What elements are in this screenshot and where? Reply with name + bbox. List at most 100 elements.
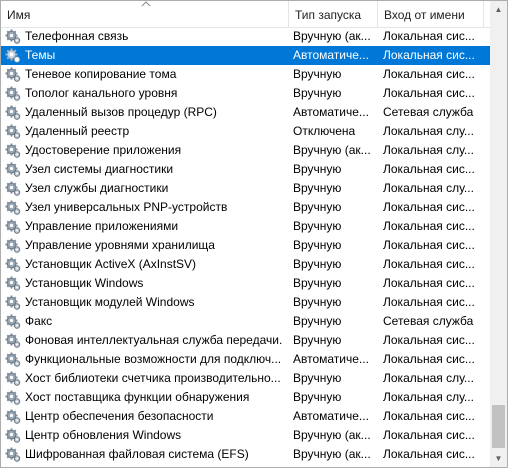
column-separator[interactable] bbox=[483, 1, 484, 27]
service-row[interactable]: Тополог канального уровня Вручную Локаль… bbox=[1, 84, 490, 103]
service-row[interactable]: Удаленный реестр Отключена Локальная слу… bbox=[1, 122, 490, 141]
service-startup-type: Вручную bbox=[293, 257, 342, 271]
service-logon-as: Локальная сис... bbox=[383, 29, 475, 43]
service-gear-icon bbox=[5, 124, 21, 139]
service-logon-as: Локальная сис... bbox=[383, 238, 475, 252]
service-logon-as: Локальная сис... bbox=[383, 352, 475, 366]
service-logon-as: Локальная сис... bbox=[383, 447, 475, 461]
service-row[interactable]: Теневое копирование тома Вручную Локальн… bbox=[1, 65, 490, 84]
service-name: Хост библиотеки счетчика производительно… bbox=[25, 371, 281, 385]
service-logon-as: Локальная слу... bbox=[383, 181, 474, 195]
service-name: Факс bbox=[25, 314, 53, 328]
service-gear-icon bbox=[5, 48, 21, 63]
service-logon-as: Локальная сис... bbox=[383, 295, 475, 309]
service-logon-as: Локальная сис... bbox=[383, 333, 475, 347]
service-name: Удостоверение приложения bbox=[25, 143, 182, 157]
service-gear-icon bbox=[5, 295, 21, 310]
service-gear-icon bbox=[5, 314, 21, 329]
service-startup-type: Вручную bbox=[293, 200, 342, 214]
service-row[interactable]: Узел универсальных PNP-устройств Вручную… bbox=[1, 198, 490, 217]
service-logon-as: Локальная слу... bbox=[383, 390, 474, 404]
service-row[interactable]: Установщик модулей Windows Вручную Локал… bbox=[1, 293, 490, 312]
service-startup-type: Вручную bbox=[293, 219, 342, 233]
service-name: Телефонная связь bbox=[25, 29, 129, 43]
service-gear-icon bbox=[5, 105, 21, 120]
service-gear-icon bbox=[5, 86, 21, 101]
service-gear-icon bbox=[5, 162, 21, 177]
service-name: Управление приложениями bbox=[25, 219, 179, 233]
service-logon-as: Локальная сис... bbox=[383, 162, 475, 176]
service-gear-icon bbox=[5, 390, 21, 405]
service-startup-type: Вручную (ак... bbox=[293, 29, 371, 43]
service-name: Установщик ActiveX (AxInstSV) bbox=[25, 257, 197, 271]
service-gear-icon bbox=[5, 257, 21, 272]
service-logon-as: Локальная сис... bbox=[383, 200, 475, 214]
service-row[interactable]: Управление уровнями хранилища Вручную Ло… bbox=[1, 236, 490, 255]
service-row[interactable]: Шифрованная файловая система (EFS) Вручн… bbox=[1, 445, 490, 464]
service-logon-as: Локальная сис... bbox=[383, 409, 475, 423]
service-name: Узел системы диагностики bbox=[25, 162, 174, 176]
service-name: Удаленный вызов процедур (RPC) bbox=[25, 105, 217, 119]
service-gear-icon bbox=[5, 29, 21, 44]
column-header: Имя Тип запуска Вход от имени bbox=[1, 1, 490, 28]
service-row[interactable]: Хост поставщика функции обнаружения Вруч… bbox=[1, 388, 490, 407]
service-startup-type: Вручную (ак... bbox=[293, 143, 371, 157]
service-row[interactable]: Хост библиотеки счетчика производительно… bbox=[1, 369, 490, 388]
service-row[interactable]: Узел системы диагностики Вручную Локальн… bbox=[1, 160, 490, 179]
service-gear-icon bbox=[5, 200, 21, 215]
service-name: Фоновая интеллектуальная служба передачи… bbox=[25, 333, 283, 347]
service-gear-icon bbox=[5, 371, 21, 386]
service-logon-as: Локальная слу... bbox=[383, 371, 474, 385]
service-row[interactable]: Фоновая интеллектуальная служба передачи… bbox=[1, 331, 490, 350]
service-row[interactable]: Управление приложениями Вручную Локальна… bbox=[1, 217, 490, 236]
service-startup-type: Вручную (ак... bbox=[293, 428, 371, 442]
vertical-scrollbar[interactable]: ▲ ▼ bbox=[490, 1, 507, 467]
service-gear-icon bbox=[5, 67, 21, 82]
service-logon-as: Локальная слу... bbox=[383, 124, 474, 138]
service-gear-icon bbox=[5, 333, 21, 348]
service-startup-type: Вручную bbox=[293, 181, 342, 195]
sort-ascending-icon bbox=[141, 1, 151, 7]
scrollbar-thumb[interactable] bbox=[492, 405, 505, 448]
service-row[interactable]: Телефонная связь Вручную (ак... Локальна… bbox=[1, 27, 490, 46]
service-row[interactable]: Установщик ActiveX (AxInstSV) Вручную Ло… bbox=[1, 255, 490, 274]
column-header-logon-as[interactable]: Вход от имени bbox=[378, 1, 483, 27]
service-logon-as: Локальная сис... bbox=[383, 428, 475, 442]
service-row[interactable]: Установщик Windows Вручную Локальная сис… bbox=[1, 274, 490, 293]
service-startup-type: Автоматиче... bbox=[293, 105, 369, 119]
service-startup-type: Вручную bbox=[293, 86, 342, 100]
scroll-down-arrow-icon[interactable]: ▼ bbox=[490, 450, 507, 467]
service-row[interactable]: Функциональные возможности для подключ..… bbox=[1, 350, 490, 369]
service-row[interactable]: Узел службы диагностики Вручную Локальна… bbox=[1, 179, 490, 198]
service-startup-type: Автоматиче... bbox=[293, 352, 369, 366]
scroll-up-arrow-icon[interactable]: ▲ bbox=[490, 1, 507, 18]
services-list-view: Имя Тип запуска Вход от имени Телефонная… bbox=[0, 0, 508, 468]
service-row[interactable]: Центр обновления Windows Вручную (ак... … bbox=[1, 426, 490, 445]
service-gear-icon bbox=[5, 238, 21, 253]
service-logon-as: Локальная слу... bbox=[383, 143, 474, 157]
service-name: Шифрованная файловая система (EFS) bbox=[25, 447, 249, 461]
service-startup-type: Вручную bbox=[293, 314, 342, 328]
service-logon-as: Локальная сис... bbox=[383, 257, 475, 271]
service-rows: Телефонная связь Вручную (ак... Локальна… bbox=[1, 27, 490, 464]
service-row[interactable]: Удостоверение приложения Вручную (ак... … bbox=[1, 141, 490, 160]
service-name: Узел службы диагностики bbox=[25, 181, 169, 195]
service-row[interactable]: Центр обеспечения безопасности Автоматич… bbox=[1, 407, 490, 426]
service-name: Установщик Windows bbox=[25, 276, 144, 290]
service-startup-type: Вручную bbox=[293, 162, 342, 176]
service-startup-type: Вручную bbox=[293, 67, 342, 81]
service-logon-as: Локальная сис... bbox=[383, 219, 475, 233]
service-name: Тополог канального уровня bbox=[25, 86, 178, 100]
service-row[interactable]: Удаленный вызов процедур (RPC) Автоматич… bbox=[1, 103, 490, 122]
column-header-logon-as-label: Вход от имени bbox=[384, 8, 465, 22]
service-logon-as: Сетевая служба bbox=[383, 105, 474, 119]
service-startup-type: Вручную bbox=[293, 371, 342, 385]
service-row[interactable]: Факс Вручную Сетевая служба bbox=[1, 312, 490, 331]
service-startup-type: Вручную (ак... bbox=[293, 447, 371, 461]
service-startup-type: Вручную bbox=[293, 295, 342, 309]
service-row[interactable]: Темы Автоматиче... Локальная сис... bbox=[1, 46, 490, 65]
service-logon-as: Локальная сис... bbox=[383, 86, 475, 100]
service-name: Удаленный реестр bbox=[25, 124, 130, 138]
service-name: Центр обновления Windows bbox=[25, 428, 182, 442]
column-header-startup-type[interactable]: Тип запуска bbox=[289, 1, 377, 27]
